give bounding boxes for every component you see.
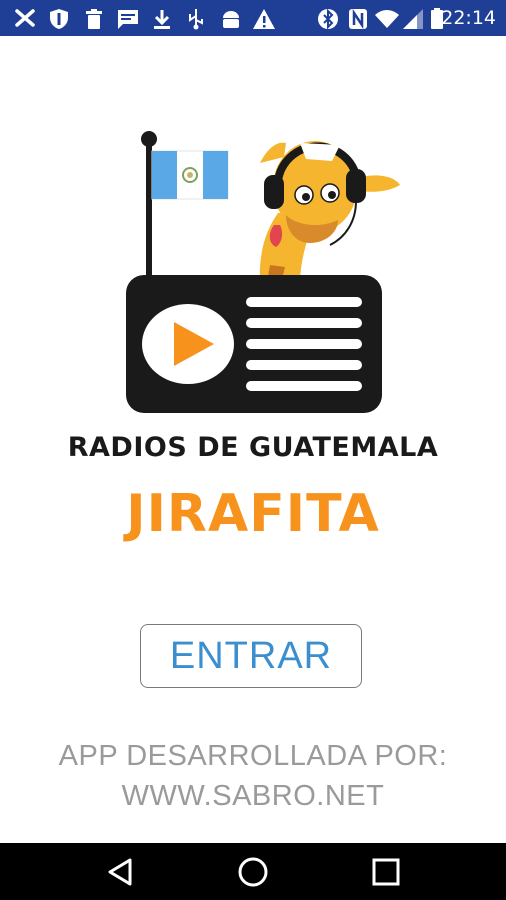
app-subtitle: RADIOS DE GUATEMALA (67, 432, 439, 463)
signal-icon (403, 9, 423, 29)
bluetooth-icon (318, 8, 338, 30)
shield-icon (50, 9, 68, 29)
developer-website-link[interactable]: WWW.SABRO.NET (0, 776, 506, 816)
developer-credits: APP DESARROLLADA POR: WWW.SABRO.NET (0, 736, 506, 816)
status-bar: 22:14 (0, 0, 506, 36)
guatemala-flag-icon (151, 150, 229, 200)
radio-icon (126, 275, 382, 413)
back-icon[interactable] (103, 855, 137, 889)
android-icon (223, 11, 239, 28)
recents-icon[interactable] (369, 855, 403, 889)
status-clock: 22:14 (441, 7, 496, 29)
app-title: JIRAFITA (126, 484, 380, 544)
app-logo (126, 131, 400, 413)
download-icon (154, 10, 170, 29)
navigation-bar (0, 843, 506, 900)
message-icon (118, 10, 138, 29)
tools-icon (15, 9, 35, 27)
enter-button-label: ENTRAR (169, 634, 333, 677)
delete-icon (86, 9, 102, 29)
home-icon[interactable] (236, 855, 270, 889)
wifi-icon (375, 10, 399, 28)
usb-icon (189, 9, 203, 30)
warning-icon (253, 9, 275, 29)
enter-button[interactable]: ENTRAR (140, 624, 362, 688)
nfc-icon (349, 8, 367, 30)
giraffe-mascot (259, 141, 400, 285)
credits-line: APP DESARROLLADA POR: (58, 740, 448, 772)
